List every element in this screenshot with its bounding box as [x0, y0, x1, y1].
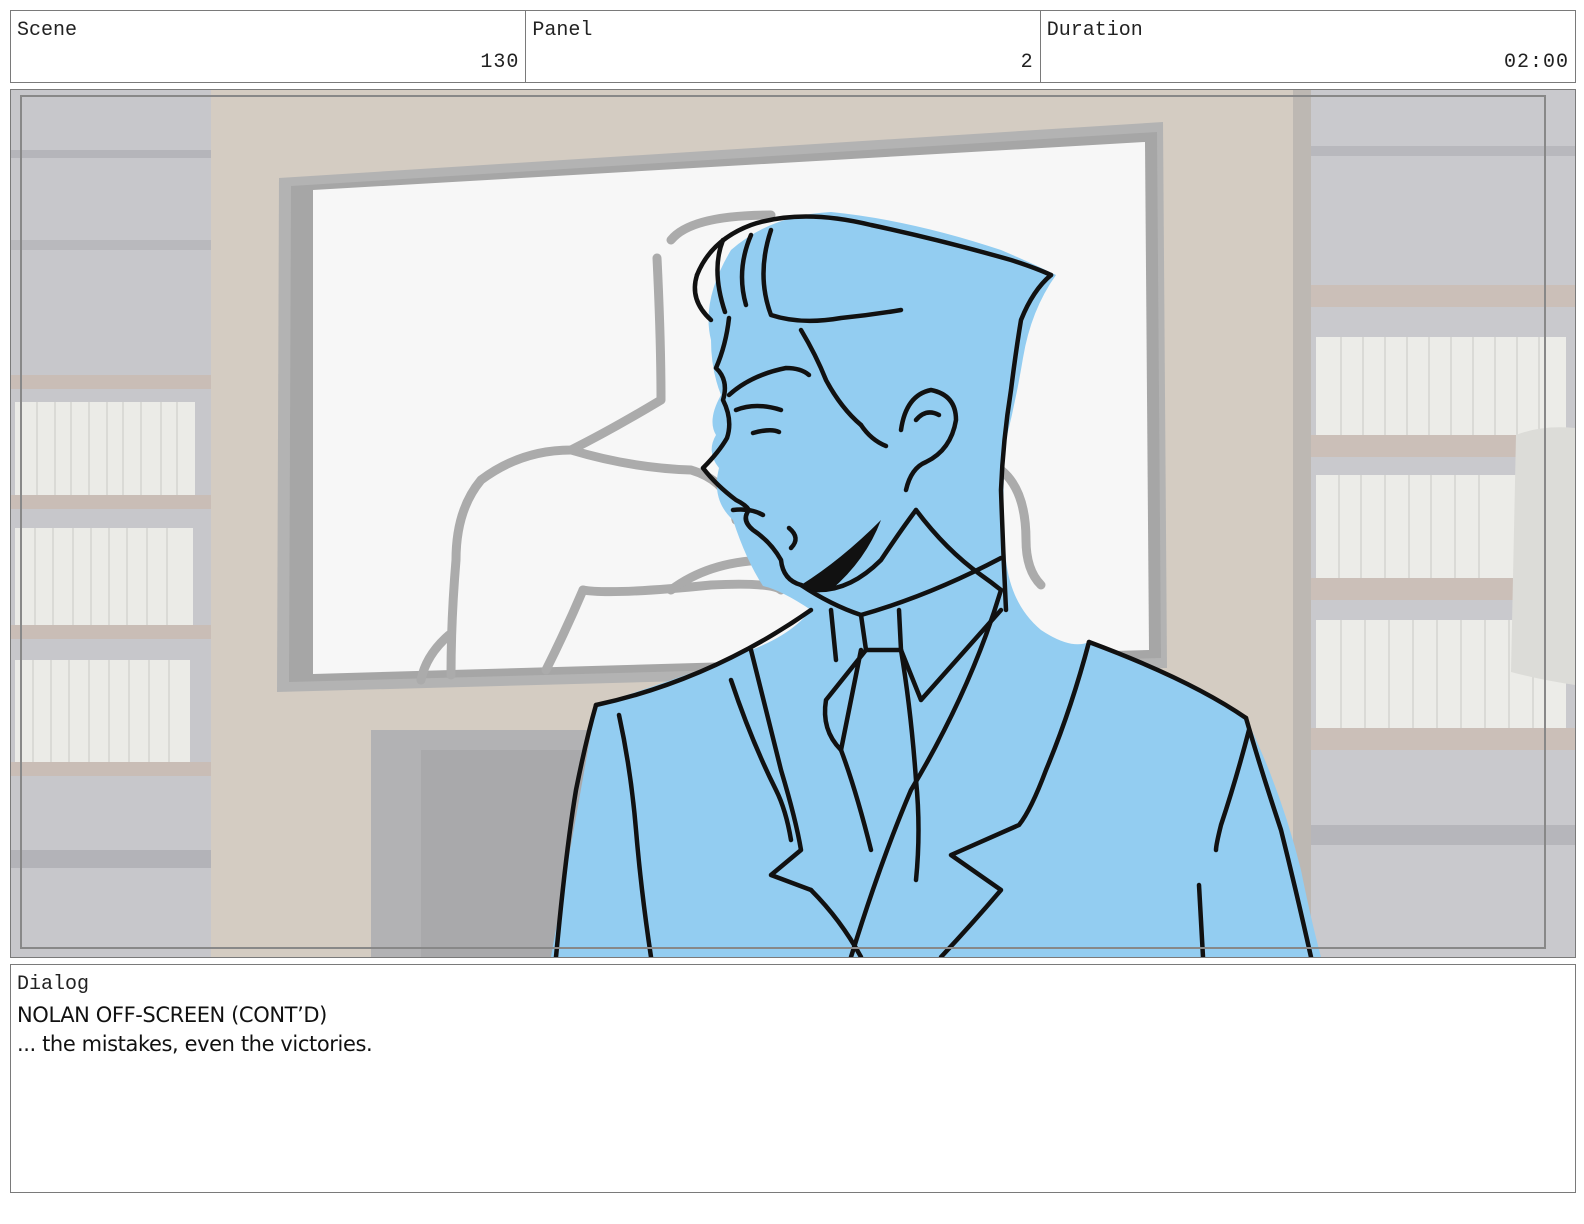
dialog-character-line: NOLAN OFF-SCREEN (CONT’D) [17, 1003, 327, 1027]
duration-value: 02:00 [1503, 51, 1569, 74]
dialog-label: Dialog [17, 973, 90, 996]
panel-header: Scene 130 Panel 2 Duration 02:00 [10, 10, 1576, 83]
right-bookshelf [1293, 90, 1575, 957]
storyboard-frame [10, 89, 1576, 958]
dialog-lines: NOLAN OFF-SCREEN (CONT’D) ... the mistak… [17, 1001, 373, 1059]
panel-cell: Panel 2 [526, 11, 1041, 82]
scene-number: 130 [480, 51, 520, 74]
left-bookshelf [11, 90, 211, 957]
scene-label: Scene [17, 19, 78, 42]
panel-label: Panel [532, 19, 593, 42]
duration-label: Duration [1046, 19, 1143, 42]
duration-cell: Duration 02:00 [1041, 11, 1575, 82]
panel-number: 2 [1020, 51, 1034, 74]
dialog-box: Dialog NOLAN OFF-SCREEN (CONT’D) ... the… [10, 964, 1576, 1193]
storyboard-drawing [11, 90, 1575, 957]
dialog-speech-line: ... the mistakes, even the victories. [17, 1032, 373, 1056]
scene-cell: Scene 130 [11, 11, 527, 82]
